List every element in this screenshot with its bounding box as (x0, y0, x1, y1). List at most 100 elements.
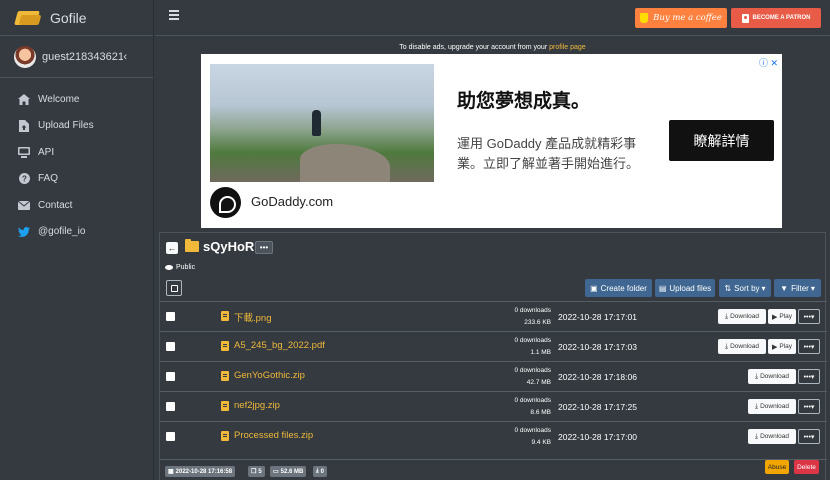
ads-notice-text: To disable ads, upgrade your account fro… (399, 44, 550, 51)
download-label: Download (760, 433, 790, 440)
create-folder-button[interactable]: ▣ Create folder (585, 279, 652, 297)
file-count-badge: ❐ 5 (248, 466, 265, 477)
brand[interactable]: Gofile (0, 0, 153, 36)
file-checkbox[interactable] (166, 342, 175, 351)
download-label: Download (760, 373, 790, 380)
file-size: 233.6 KB (524, 319, 551, 326)
sidebar-item-label: API (38, 146, 55, 158)
download-icon: ⤓ (724, 312, 729, 320)
question-icon: ? (18, 173, 30, 185)
sidebar-item-twitter[interactable]: @gofile_io (0, 219, 153, 246)
delete-button[interactable]: Delete (794, 460, 819, 474)
patreon-icon (741, 13, 749, 23)
download-icon: ⤓ (754, 402, 759, 410)
download-count: 0 downloads (514, 397, 552, 404)
sort-icon: ⇅ (724, 283, 732, 293)
sort-by-button[interactable]: ⇅ Sort by ▾ (719, 279, 771, 297)
become-a-patron-button[interactable]: BECOME A PATRON (731, 8, 821, 28)
filter-icon: ▼ (780, 283, 789, 293)
chevron-left-icon[interactable]: ‹ (123, 51, 127, 63)
play-label: Play (779, 343, 793, 350)
eye-icon (165, 265, 173, 270)
profile-page-link[interactable]: profile page (549, 44, 586, 51)
caret-down-icon: ▾ (810, 283, 815, 293)
twitter-icon (18, 226, 30, 238)
folder-icon (185, 239, 199, 252)
file-name-link[interactable]: GenYoGothic.zip (234, 370, 305, 381)
file-date: 2022-10-28 17:17:03 (558, 342, 637, 352)
ad-brand: GoDaddy.com (251, 194, 334, 209)
file-archive-icon (221, 371, 229, 381)
sidebar-item-upload-files[interactable]: Upload Files (0, 113, 153, 140)
file-options-button[interactable]: •••▾ (798, 309, 820, 324)
play-button[interactable]: ▶ Play (768, 339, 796, 354)
sidebar-item-api[interactable]: API (0, 139, 153, 166)
visibility-status: Public (165, 264, 195, 271)
file-name-link[interactable]: nef2jpg.zip (234, 400, 280, 411)
file-count: 5 (258, 468, 262, 475)
file-name-link[interactable]: A5_245_bg_2022.pdf (234, 340, 325, 351)
ad-body: 運用 GoDaddy 產品成就精彩事業。立即了解並著手開始進行。 (457, 136, 640, 171)
abuse-button[interactable]: Abuse (765, 460, 789, 474)
buy-me-a-coffee-button[interactable]: Buy me a coffee (635, 8, 727, 28)
sidebar-nav: Welcome Upload Files API ? FAQ Contact @… (0, 78, 153, 245)
ad-photo (210, 64, 434, 182)
ad-close-icon[interactable]: ⓘ ✕ (759, 56, 778, 69)
svg-text:?: ? (22, 175, 27, 184)
sort-by-label: Sort by (734, 283, 760, 293)
file-upload-icon (18, 119, 30, 132)
upload-files-button[interactable]: ▤ Upload files (655, 279, 715, 297)
sidebar-item-faq[interactable]: ? FAQ (0, 166, 153, 193)
back-arrow-icon[interactable]: ← (166, 242, 178, 254)
file-date: 2022-10-28 17:17:25 (558, 402, 637, 412)
download-button[interactable]: ⤓ Download (718, 309, 766, 324)
download-count: 0 downloads (514, 367, 552, 374)
file-options-button[interactable]: •••▾ (798, 339, 820, 354)
sidebar-item-welcome[interactable]: Welcome (0, 86, 153, 113)
file-checkbox[interactable] (166, 312, 175, 321)
download-button[interactable]: ⤓ Download (748, 399, 796, 414)
user-name: guest218343621... (42, 50, 124, 63)
play-button[interactable]: ▶ Play (768, 309, 796, 324)
sidebar-item-contact[interactable]: Contact (0, 192, 153, 219)
file-options-button[interactable]: •••▾ (798, 369, 820, 384)
download-button[interactable]: ⤓ Download (748, 369, 796, 384)
total-size-badge: ▭ 52.6 MB (270, 466, 307, 477)
play-icon: ▶ (771, 343, 778, 351)
file-name-link[interactable]: 下載.png (234, 310, 272, 324)
create-folder-label: Create folder (600, 283, 647, 293)
file-checkbox[interactable] (166, 372, 175, 381)
select-all-checkbox[interactable] (166, 280, 182, 296)
download-label: Download (730, 343, 760, 350)
coffee-cup-icon (640, 13, 649, 23)
file-checkbox[interactable] (166, 432, 175, 441)
download-icon: ⤓ (754, 432, 759, 440)
file-options-button[interactable]: •••▾ (798, 399, 820, 414)
user-panel[interactable]: guest218343621... ‹ (0, 36, 153, 78)
filter-button[interactable]: ▼ Filter ▾ (774, 279, 821, 297)
advertisement[interactable]: GoDaddy.com 助您夢想成真。 運用 GoDaddy 產品成就精彩事業。… (201, 54, 782, 228)
folder-plus-icon: ▣ (590, 283, 598, 293)
sidebar-item-label: Contact (38, 199, 73, 211)
folder-options-button[interactable]: ••• (255, 241, 273, 254)
download-button[interactable]: ⤓ Download (718, 339, 766, 354)
download-icon: ⤓ (754, 372, 759, 380)
hamburger-menu-icon[interactable] (169, 10, 179, 20)
folder-card: ← sQyHoR ••• Public ▣ Create folder ▤ Up… (159, 232, 827, 480)
download-icon: ⤓ (316, 468, 319, 474)
download-count: 0 downloads (514, 307, 552, 314)
file-checkbox[interactable] (166, 402, 175, 411)
file-archive-icon (221, 401, 229, 411)
ad-title: 助您夢想成真。 (457, 91, 591, 112)
calendar-icon: ▦ (168, 469, 174, 475)
file-row: nef2jpg.zip 0 downloads 8.6 MB 2022-10-2… (160, 391, 827, 421)
play-icon: ▶ (771, 313, 778, 321)
file-name-link[interactable]: Processed files.zip (234, 430, 313, 441)
file-row: 下載.png 0 downloads 233.6 KB 2022-10-28 1… (160, 301, 827, 331)
sidebar-item-label: Upload Files (38, 120, 94, 132)
ad-cta-button[interactable]: 瞭解詳情 (669, 120, 774, 161)
download-button[interactable]: ⤓ Download (748, 429, 796, 444)
file-options-button[interactable]: •••▾ (798, 429, 820, 444)
file-size: 42.7 MB (526, 379, 551, 386)
created-date-badge: ▦ 2022-10-28 17:16:58 (165, 466, 236, 477)
